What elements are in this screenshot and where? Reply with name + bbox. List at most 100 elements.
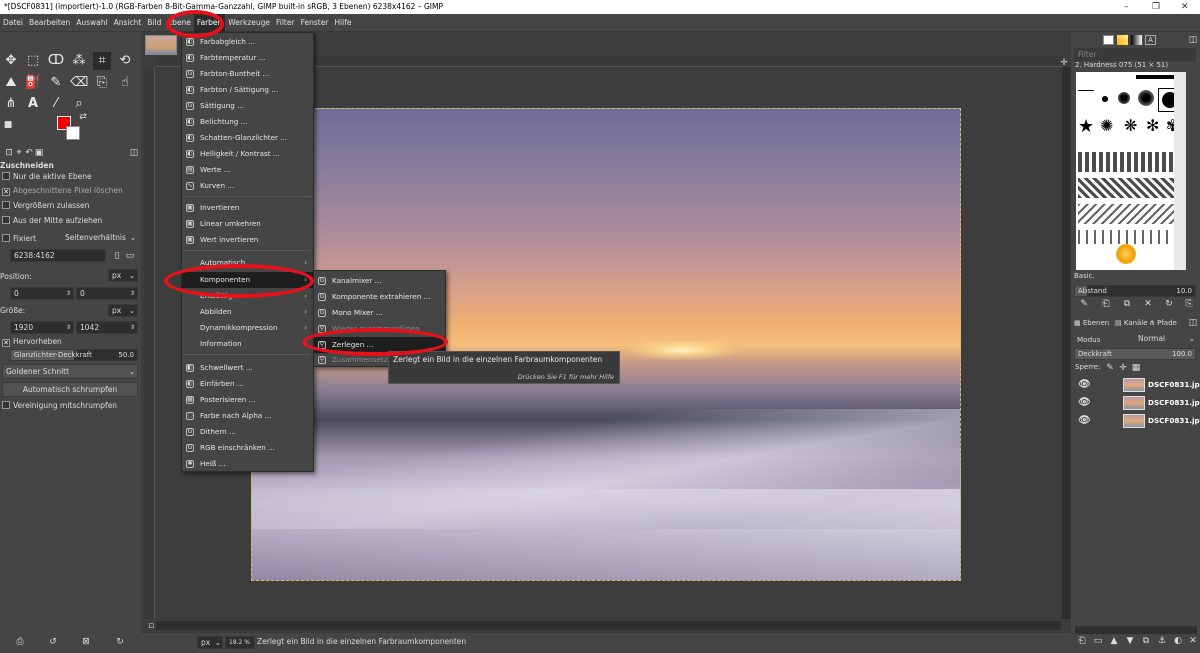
menu-item-schatten-glanzlichter[interactable]: ◐ Schatten-Glanzlichter ...: [182, 130, 313, 146]
menu-item-schwellwert[interactable]: ◧ Schwellwert ...: [182, 360, 313, 376]
layers-scrollbar[interactable]: [1075, 626, 1197, 634]
menu-item-mono-mixer[interactable]: G Mono Mixer ...: [314, 305, 445, 321]
quick-mask-icon[interactable]: ▫: [146, 621, 156, 631]
brush-row-texture-1[interactable]: [1078, 152, 1184, 172]
new-layer-group-icon[interactable]: ▭: [1093, 636, 1103, 646]
brush-round-small[interactable]: [1102, 96, 1108, 102]
background-color-swatch[interactable]: [66, 126, 80, 140]
color-picker-tool-icon[interactable]: ⁄: [47, 95, 65, 113]
duplicate-layer-icon[interactable]: ⧉: [1141, 636, 1151, 646]
layer-opacity-slider[interactable]: Deckkraft 100.0: [1074, 348, 1196, 360]
menu-filter[interactable]: Filter: [273, 14, 298, 32]
menu-werkzeuge[interactable]: Werkzeuge: [225, 14, 273, 32]
size-width-input[interactable]: 1920 ⇕: [10, 321, 74, 334]
shrink-merged-checkbox[interactable]: [2, 401, 10, 409]
menu-item-dynamikkompression[interactable]: Dynamikkompression ›: [182, 320, 313, 336]
lock-pixels-icon[interactable]: ✎: [1105, 363, 1115, 373]
delete-cropped-option[interactable]: ✕ Abgeschnittene Pixel löschen: [0, 184, 140, 198]
rect-select-tool-icon[interactable]: ⬚: [24, 52, 42, 70]
vertical-scrollbar[interactable]: [1062, 67, 1071, 619]
lock-position-icon[interactable]: ✛: [1118, 363, 1128, 373]
position-x-input[interactable]: 0 ⇕: [10, 287, 74, 300]
duplicate-brush-icon[interactable]: ⧉: [1122, 299, 1132, 309]
minimize-icon[interactable]: –: [1124, 0, 1129, 14]
gradient-preview-icon[interactable]: [1131, 35, 1142, 45]
pattern-preview-icon[interactable]: [1117, 35, 1128, 45]
close-icon[interactable]: ✕: [1181, 0, 1189, 14]
device-status-icon[interactable]: ⊡: [4, 148, 14, 158]
landscape-icon[interactable]: ▭: [125, 251, 135, 261]
size-unit-select[interactable]: px ⌄: [108, 304, 138, 317]
menu-item-farbe-nach-alpha[interactable]: ◌ Farbe nach Alpha ...: [182, 408, 313, 424]
menu-bild[interactable]: Bild: [144, 14, 164, 32]
bucket-fill-tool-icon[interactable]: ⛽: [24, 74, 42, 92]
eye-icon[interactable]: 👁: [1078, 376, 1091, 394]
brush-preview-icon[interactable]: [1103, 35, 1114, 45]
allow-growing-option[interactable]: Vergrößern zulassen: [0, 199, 140, 213]
spinner-icon[interactable]: ⇕: [130, 322, 135, 333]
menu-item-posterisieren[interactable]: ▦ Posterisieren ...: [182, 392, 313, 408]
highlight-opacity-slider[interactable]: Glanzlichter-Deckkraft 50.0: [10, 349, 138, 361]
menu-fenster[interactable]: Fenster: [298, 14, 332, 32]
menu-item-helligkeit-kontrast[interactable]: ◐ Helligkeit / Kontrast ...: [182, 146, 313, 162]
menu-item-farbton-buntheit[interactable]: G Farbton-Buntheit ...: [182, 66, 313, 82]
paths-tool-icon[interactable]: ⋔: [2, 95, 20, 113]
delete-options-icon[interactable]: ⊠: [81, 637, 91, 647]
warp-tool-icon[interactable]: ⛰: [2, 74, 20, 92]
layer-mask-icon[interactable]: ◐: [1173, 636, 1183, 646]
menu-item-kurven[interactable]: ∿ Kurven ...: [182, 178, 313, 194]
transform-tool-icon[interactable]: ⟲: [116, 52, 134, 70]
fixed-mode-select[interactable]: Seitenverhältnis ⌄: [62, 232, 138, 245]
brush-filter-input[interactable]: Filter: [1074, 48, 1196, 61]
default-colors-icon[interactable]: ■: [3, 120, 13, 130]
tab-layers[interactable]: ▦ Ebenen: [1074, 317, 1109, 329]
menu-item-linear-umkehren[interactable]: ▣ Linear umkehren: [182, 216, 313, 232]
brush-grid-scrollbar[interactable]: [1174, 72, 1186, 270]
pointer-icon[interactable]: ⌖: [14, 148, 24, 158]
reset-options-icon[interactable]: ↻: [115, 637, 125, 647]
current-layer-only-option[interactable]: Nur die aktive Ebene: [0, 170, 140, 184]
spinner-icon[interactable]: ⇕: [130, 288, 135, 299]
menu-item-belichtung[interactable]: ◐ Belichtung ...: [182, 114, 313, 130]
lock-alpha-icon[interactable]: ▦: [1131, 363, 1141, 373]
crop-tool-icon[interactable]: ⌗: [93, 52, 111, 70]
brush-sponge-icon[interactable]: ❋: [1124, 116, 1137, 135]
zoom-select[interactable]: 18.2 %: [225, 636, 255, 649]
new-brush-icon[interactable]: ⎗: [1101, 299, 1111, 309]
expand-from-center-checkbox[interactable]: [2, 216, 10, 224]
ratio-input[interactable]: 6238:4162: [10, 249, 106, 262]
image-tab-thumbnail[interactable]: [145, 35, 177, 55]
layer-row[interactable]: 👁 DSCF0831.jp: [1076, 394, 1200, 412]
eye-icon[interactable]: 👁: [1078, 412, 1091, 430]
allow-growing-checkbox[interactable]: [2, 201, 10, 209]
layer-row[interactable]: 👁 DSCF0831.jp: [1076, 376, 1200, 394]
menu-datei[interactable]: Datei: [0, 14, 26, 32]
highlight-option[interactable]: ✕ Hervorheben: [0, 335, 140, 349]
undo-history-icon[interactable]: ↶: [24, 148, 34, 158]
size-height-input[interactable]: 1042 ⇕: [76, 321, 138, 334]
brush-color-sample[interactable]: [1116, 244, 1136, 264]
brush-spacing-slider[interactable]: Abstand 10.0: [1074, 285, 1196, 297]
menu-hilfe[interactable]: Hilfe: [331, 14, 354, 32]
zoom-tool-icon[interactable]: ⌕: [70, 95, 88, 113]
brush-splatter-icon[interactable]: ✺: [1100, 116, 1113, 135]
clone-tool-icon[interactable]: ⎘: [93, 74, 111, 92]
edit-brush-icon[interactable]: ✎: [1079, 299, 1089, 309]
layer-mode-select[interactable]: Normal ⌄: [1135, 333, 1197, 346]
horizontal-scrollbar[interactable]: [156, 621, 1061, 630]
font-preview-icon[interactable]: A: [1145, 35, 1156, 45]
save-options-icon[interactable]: ⎙: [15, 637, 25, 647]
menu-item-wert-invertieren[interactable]: ▣ Wert invertieren: [182, 232, 313, 248]
move-tool-icon[interactable]: ✥: [2, 52, 20, 70]
menu-item-invertieren[interactable]: ▣ Invertieren: [182, 200, 313, 216]
tab-channels[interactable]: ▤ Kanäle: [1115, 317, 1148, 329]
menu-item-komponente-extrahieren[interactable]: G Komponente extrahieren ...: [314, 289, 445, 305]
menu-item-dithern[interactable]: G Dithern ...: [182, 424, 313, 440]
fuzzy-select-tool-icon[interactable]: ⁂: [70, 52, 88, 70]
menu-item-rgb-einschraenken[interactable]: G RGB einschränken ...: [182, 440, 313, 456]
portrait-icon[interactable]: ▯: [112, 251, 122, 261]
unit-select[interactable]: px ⌄: [197, 636, 223, 649]
menu-bearbeiten[interactable]: Bearbeiten: [26, 14, 73, 32]
lower-layer-icon[interactable]: ▼: [1125, 636, 1135, 646]
tab-paths[interactable]: ⋔ Pfade: [1149, 317, 1177, 329]
